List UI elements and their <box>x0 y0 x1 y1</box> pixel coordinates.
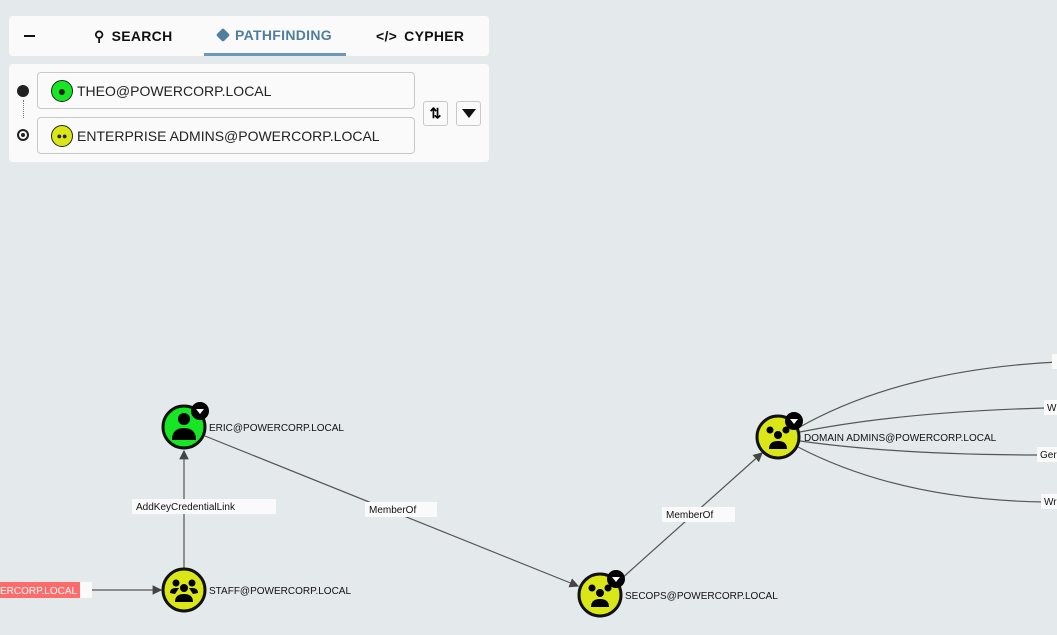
group-icon: ●● <box>51 124 73 147</box>
svg-text:ERCORP.LOCAL: ERCORP.LOCAL <box>0 586 78 597</box>
user-icon: ● <box>51 79 73 102</box>
pathfinding-panel: ● THEO@POWERCORP.LOCAL ●● ENTERPRISE ADMIN… <box>9 64 489 162</box>
svg-text:MemberOf: MemberOf <box>666 510 713 521</box>
svg-text:W: W <box>1047 403 1057 414</box>
node-staff[interactable]: STAFF@POWERCORP.LOCAL <box>161 567 351 613</box>
tab-cypher[interactable]: </> CYPHER <box>376 16 464 56</box>
edge-label-memberof: MemberOf <box>662 507 735 522</box>
svg-text:STAFF@POWERCORP.LOCAL: STAFF@POWERCORP.LOCAL <box>209 586 351 597</box>
swap-vertical-icon: ⇅ <box>429 105 442 121</box>
svg-text:Wr: Wr <box>1044 497 1057 508</box>
tier-zero-gem-icon <box>607 570 625 588</box>
explore-tabs: ⚲ SEARCH PATHFINDING </> CYPHER <box>9 16 489 56</box>
edge-label-partial: W <box>1044 400 1057 415</box>
code-icon: </> <box>376 28 398 44</box>
swap-button[interactable]: ⇅ <box>423 101 448 126</box>
svg-text:AddKeyCredentialLink: AddKeyCredentialLink <box>136 502 236 513</box>
source-value: THEO@POWERCORP.LOCAL <box>77 82 272 99</box>
edge-da-2[interactable] <box>799 407 1046 433</box>
svg-text:SECOPS@POWERCORP.LOCAL: SECOPS@POWERCORP.LOCAL <box>625 591 778 602</box>
tab-label: CYPHER <box>404 28 465 44</box>
source-dot-icon <box>17 85 29 97</box>
svg-text:MemberOf: MemberOf <box>369 505 416 516</box>
directions-icon <box>215 27 231 42</box>
target-icon <box>17 129 29 141</box>
edge-label-memberof: MemberOf <box>365 502 437 517</box>
svg-text:ERIC@POWERCORP.LOCAL: ERIC@POWERCORP.LOCAL <box>209 423 344 434</box>
svg-text:Ger: Ger <box>1040 450 1057 461</box>
connector-line <box>23 100 24 118</box>
tab-pathfinding[interactable]: PATHFINDING <box>204 16 346 56</box>
tab-label: PATHFINDING <box>235 26 332 43</box>
edge-label-partial <box>1052 354 1057 369</box>
search-icon: ⚲ <box>94 27 105 44</box>
target-value: ENTERPRISE ADMINS@POWERCORP.LOCAL <box>77 127 380 144</box>
source-node-input[interactable]: ● THEO@POWERCORP.LOCAL <box>37 72 415 109</box>
minus-icon <box>24 35 35 37</box>
node-secops[interactable]: SECOPS@POWERCORP.LOCAL <box>577 570 778 618</box>
collapse-button[interactable] <box>24 16 35 56</box>
edge-label-partial: Ger <box>1037 447 1057 462</box>
tab-label: SEARCH <box>111 28 173 44</box>
node-eric[interactable]: ERIC@POWERCORP.LOCAL <box>161 402 344 450</box>
tier-zero-gem-icon <box>191 402 209 420</box>
node-domain-admins[interactable]: DOMAIN ADMINS@POWERCORP.LOCAL <box>755 412 997 460</box>
filter-icon <box>461 109 476 118</box>
tier-zero-gem-icon <box>785 412 803 430</box>
edge-label-partial: Wr <box>1041 494 1057 509</box>
edge-label-addkeycredentiallink: AddKeyCredentialLink <box>132 499 276 514</box>
tab-search[interactable]: ⚲ SEARCH <box>94 16 172 56</box>
edge-da-1[interactable] <box>797 361 1057 429</box>
target-node-input[interactable]: ●● ENTERPRISE ADMINS@POWERCORP.LOCAL <box>37 117 415 154</box>
filter-button[interactable] <box>456 101 481 126</box>
svg-text:DOMAIN ADMINS@POWERCORP.LOCAL: DOMAIN ADMINS@POWERCORP.LOCAL <box>804 433 997 444</box>
node-left-partial[interactable]: ERCORP.LOCAL <box>0 582 92 598</box>
